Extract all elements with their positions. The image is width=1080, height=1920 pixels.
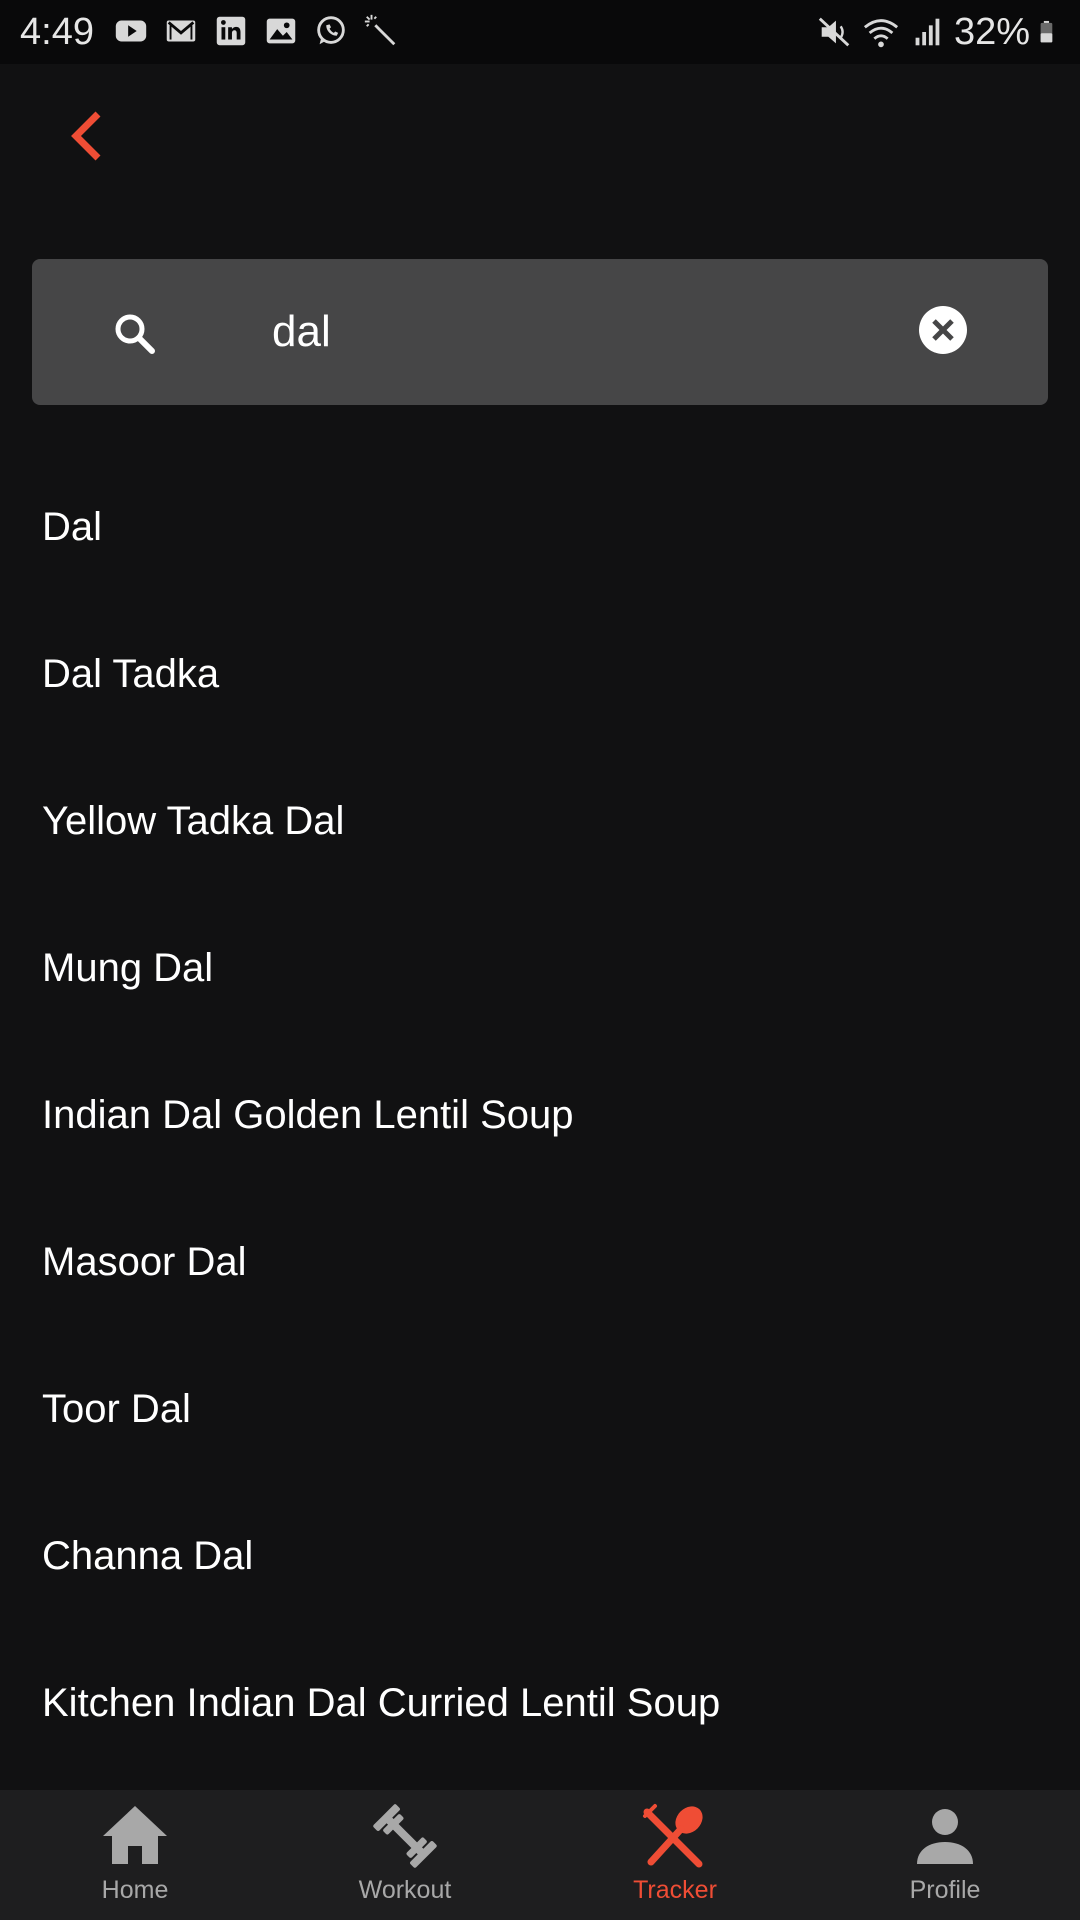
tab-tracker[interactable]: Tracker	[540, 1790, 810, 1920]
result-item[interactable]: Yellow Tadka Dal	[0, 748, 1080, 895]
bottom-nav: Home Workout Tracker Profile	[0, 1790, 1080, 1920]
gallery-icon	[266, 18, 296, 44]
person-icon	[917, 1809, 973, 1864]
battery-percent: 32%	[953, 11, 1030, 53]
result-item[interactable]: Toor Dal	[0, 1336, 1080, 1483]
result-item[interactable]: Channa Dal	[0, 1483, 1080, 1630]
fork-spoon-icon	[643, 1804, 703, 1868]
home-icon	[103, 1806, 167, 1864]
back-button[interactable]	[56, 100, 116, 172]
wifi-icon	[863, 19, 898, 48]
tab-profile-label: Profile	[909, 1876, 981, 1904]
tab-tracker-label: Tracker	[633, 1876, 717, 1904]
system-icons: 32%	[816, 12, 1064, 52]
search-bar	[32, 259, 1048, 405]
result-item[interactable]: Dal	[0, 454, 1080, 601]
result-item[interactable]: Dal Tadka	[0, 601, 1080, 748]
result-item[interactable]: Mung Dal	[0, 895, 1080, 1042]
dumbbell-icon	[373, 1804, 437, 1868]
whatsapp-icon	[317, 16, 345, 45]
result-item[interactable]: Masoor Dal	[0, 1189, 1080, 1336]
notification-icons	[112, 12, 400, 52]
chevron-left-icon	[71, 111, 101, 161]
search-icon	[115, 314, 155, 354]
magic-wand-icon	[364, 14, 396, 46]
gmail-icon	[166, 20, 196, 42]
mute-icon	[818, 17, 850, 47]
battery-icon	[1040, 20, 1053, 43]
tab-workout-label: Workout	[358, 1876, 452, 1904]
tab-home-label: Home	[101, 1876, 169, 1904]
result-item[interactable]: Kitchen Indian Dal Curried Lentil Soup	[0, 1630, 1080, 1777]
tab-home[interactable]: Home	[0, 1790, 270, 1920]
clear-search-button[interactable]	[918, 305, 968, 355]
search-results-list: Dal Dal Tadka Yellow Tadka Dal Mung Dal …	[0, 454, 1080, 1777]
result-item[interactable]: Indian Dal Golden Lentil Soup	[0, 1042, 1080, 1189]
youtube-icon	[115, 20, 147, 42]
signal-icon	[915, 18, 940, 46]
status-time: 4:49	[20, 11, 94, 53]
status-bar: 4:49 32%	[0, 0, 1080, 64]
close-circle-icon	[919, 306, 967, 354]
tab-workout[interactable]: Workout	[270, 1790, 540, 1920]
linkedin-icon	[216, 16, 246, 46]
tab-profile[interactable]: Profile	[810, 1790, 1080, 1920]
search-input[interactable]	[272, 297, 912, 367]
